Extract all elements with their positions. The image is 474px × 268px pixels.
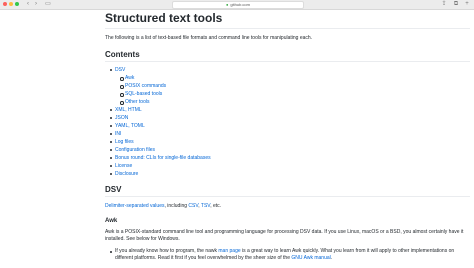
intro-paragraph: The following is a list of text-based fi… — [105, 35, 313, 41]
minimize-window-button[interactable] — [9, 2, 13, 6]
awk-bullets: If you already know how to program, the … — [105, 248, 470, 262]
toc-link[interactable]: Configuration files — [105, 146, 470, 154]
dsv-text: , including — [164, 203, 189, 209]
gnu-awk-manual-link[interactable]: GNU Awk manual — [291, 255, 330, 261]
bullet-text: If you already know how to program, the … — [115, 248, 219, 254]
lock-icon: ● — [226, 2, 229, 7]
readme-content: Structured text tools The following is a… — [105, 9, 470, 262]
toc-link[interactable]: POSIX commands — [105, 82, 470, 90]
csv-link[interactable]: CSV — [188, 203, 198, 209]
forward-icon[interactable]: › — [32, 1, 40, 7]
dsv-heading: DSV — [105, 185, 470, 197]
table-of-contents: DSV Awk POSIX commands SQL-based tools Other… — [105, 66, 470, 178]
toc-link[interactable]: Log files — [105, 138, 470, 146]
list-item: If you already know how to program, the … — [105, 248, 470, 262]
bullet-text: . — [330, 255, 333, 261]
toc-link[interactable]: Bonus round: CLIs for single-file databa… — [105, 154, 470, 162]
toc-link[interactable]: INI — [105, 130, 470, 138]
tabs-icon[interactable]: ⧉ — [452, 1, 460, 7]
share-icon[interactable]: ⇪ — [440, 1, 448, 7]
toc-link[interactable]: Other tools — [105, 98, 470, 106]
toc-link[interactable]: JSON — [105, 114, 470, 122]
toc-link[interactable]: YAML, TOML — [105, 122, 470, 130]
new-tab-icon[interactable]: + — [463, 1, 471, 7]
contents-heading: Contents — [105, 50, 470, 62]
toc-link[interactable]: Disclosure — [105, 170, 470, 178]
sidebar-icon[interactable]: ▭ — [44, 1, 52, 7]
dsv-text: , etc. — [210, 203, 222, 209]
tsv-link[interactable]: TSV — [201, 203, 210, 209]
zoom-window-button[interactable] — [15, 2, 19, 6]
close-window-button[interactable] — [3, 2, 7, 6]
toc-link[interactable]: License — [105, 162, 470, 170]
toc-link[interactable]: DSV — [105, 66, 470, 74]
window-controls — [3, 2, 19, 6]
address-bar[interactable]: ● github.com — [172, 1, 304, 9]
toc-link[interactable]: SQL-based tools — [105, 90, 470, 98]
dsv-description: Delimiter-separated values, including CS… — [105, 203, 470, 210]
dsv-link[interactable]: Delimiter-separated values — [105, 203, 164, 209]
awk-heading: Awk — [105, 218, 118, 224]
man-page-link[interactable]: man page — [218, 248, 240, 254]
toc-link[interactable]: XML, HTML — [105, 106, 470, 114]
page-title: Structured text tools — [105, 9, 470, 29]
awk-paragraph: Awk is a POSIX-standard command line too… — [105, 229, 464, 242]
toc-link[interactable]: Awk — [105, 74, 470, 82]
address-text: github.com — [230, 2, 250, 7]
back-icon[interactable]: ‹ — [24, 1, 32, 7]
